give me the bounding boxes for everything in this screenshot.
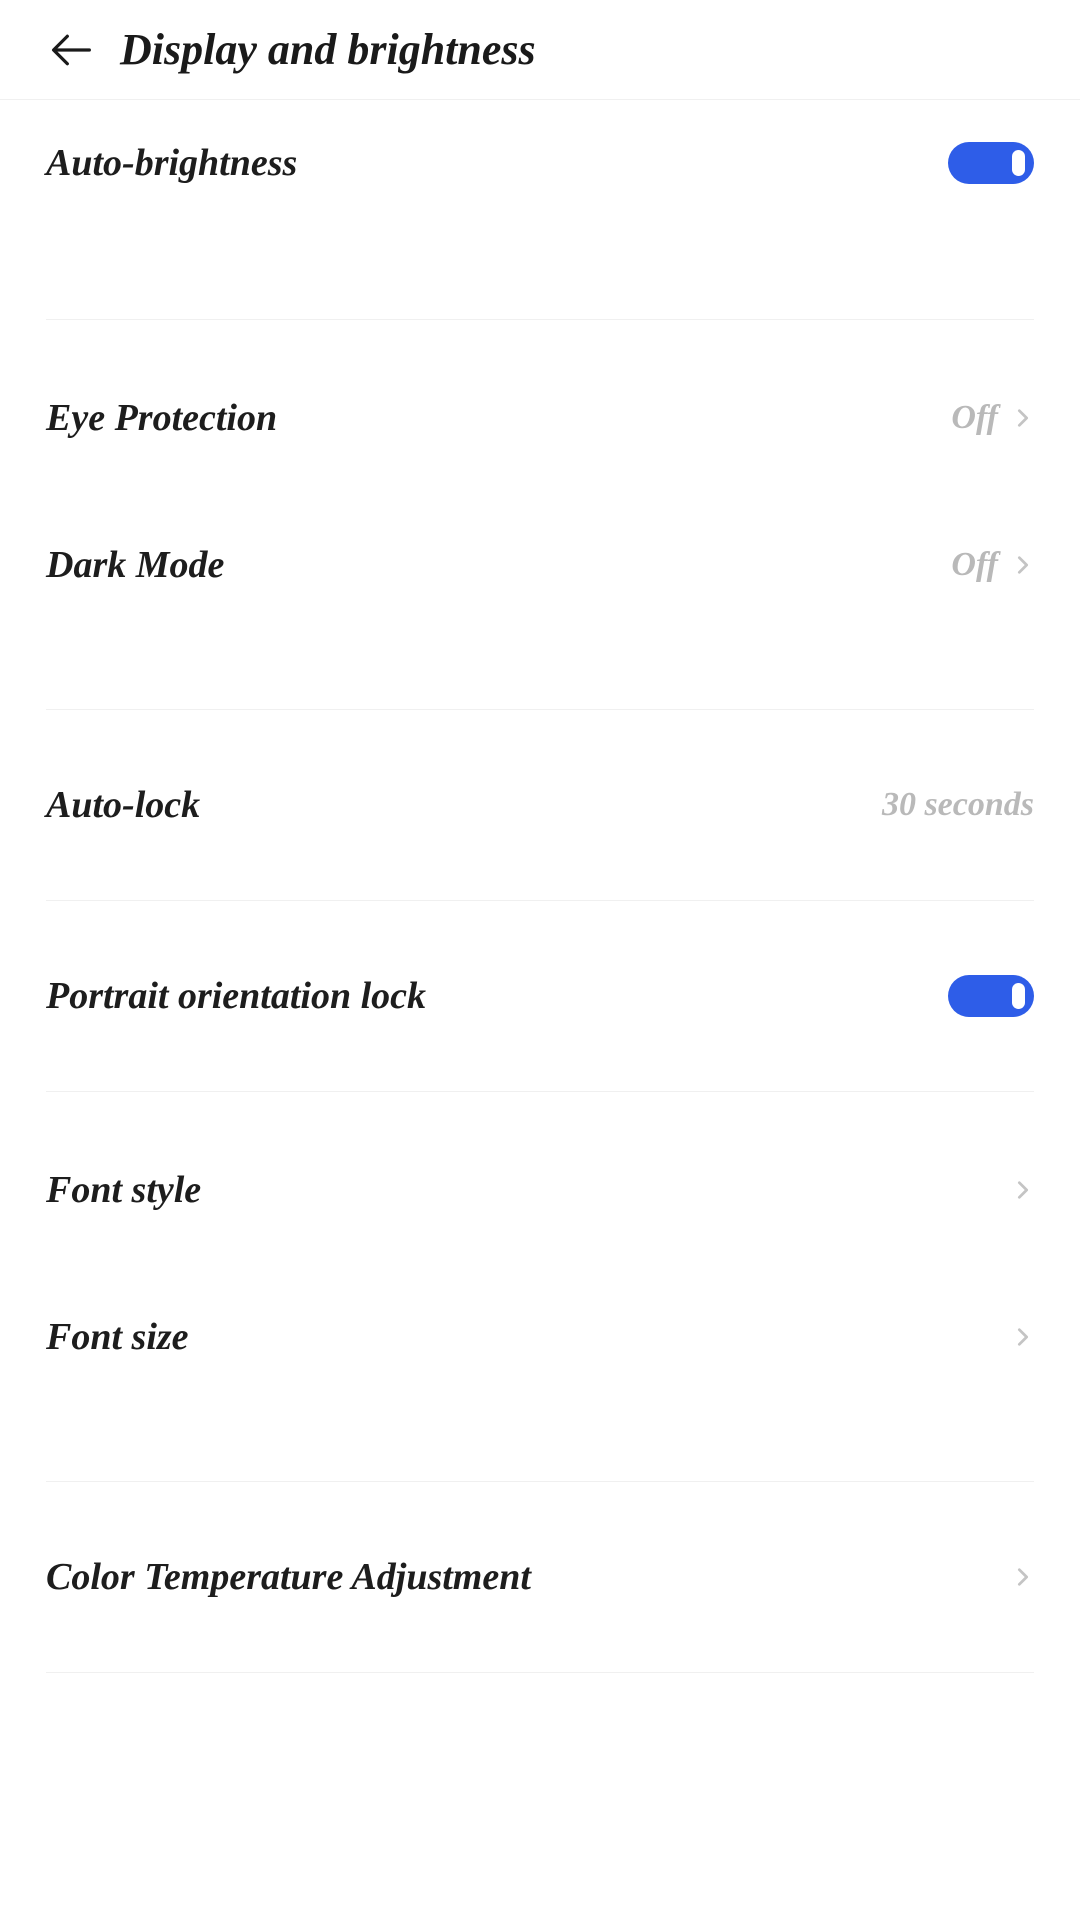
header: Display and brightness	[0, 0, 1080, 100]
page-title: Display and brightness	[120, 24, 536, 75]
auto-brightness-toggle[interactable]	[948, 142, 1034, 184]
auto-lock-value: 30 seconds	[882, 786, 1034, 824]
chevron-right-icon	[1012, 554, 1034, 576]
font-style-label: Font style	[46, 1168, 201, 1212]
section-gap	[46, 615, 1034, 710]
chevron-right-icon	[1012, 1566, 1034, 1588]
divider	[46, 1672, 1034, 1673]
dark-mode-value: Off	[951, 546, 998, 584]
dark-mode-row[interactable]: Dark Mode Off	[46, 515, 1034, 615]
section-gap	[46, 225, 1034, 320]
chevron-right-icon	[1012, 407, 1034, 429]
portrait-lock-toggle[interactable]	[948, 975, 1034, 1017]
auto-brightness-row[interactable]: Auto-brightness	[46, 100, 1034, 225]
chevron-right-icon	[1012, 1179, 1034, 1201]
font-size-label: Font size	[46, 1315, 189, 1359]
color-temperature-label: Color Temperature Adjustment	[46, 1555, 531, 1599]
eye-protection-label: Eye Protection	[46, 396, 277, 440]
chevron-right-icon	[1012, 1326, 1034, 1348]
auto-lock-label: Auto-lock	[46, 783, 200, 827]
font-style-row[interactable]: Font style	[46, 1092, 1034, 1287]
portrait-lock-label: Portrait orientation lock	[46, 974, 426, 1018]
font-size-row[interactable]: Font size	[46, 1287, 1034, 1387]
back-arrow-icon[interactable]	[46, 25, 96, 75]
auto-lock-row[interactable]: Auto-lock 30 seconds	[46, 710, 1034, 900]
color-temperature-row[interactable]: Color Temperature Adjustment	[46, 1482, 1034, 1672]
dark-mode-label: Dark Mode	[46, 543, 224, 587]
portrait-lock-row[interactable]: Portrait orientation lock	[46, 901, 1034, 1091]
eye-protection-value: Off	[951, 399, 998, 437]
eye-protection-row[interactable]: Eye Protection Off	[46, 320, 1034, 515]
auto-brightness-label: Auto-brightness	[46, 141, 297, 185]
section-gap	[46, 1387, 1034, 1482]
